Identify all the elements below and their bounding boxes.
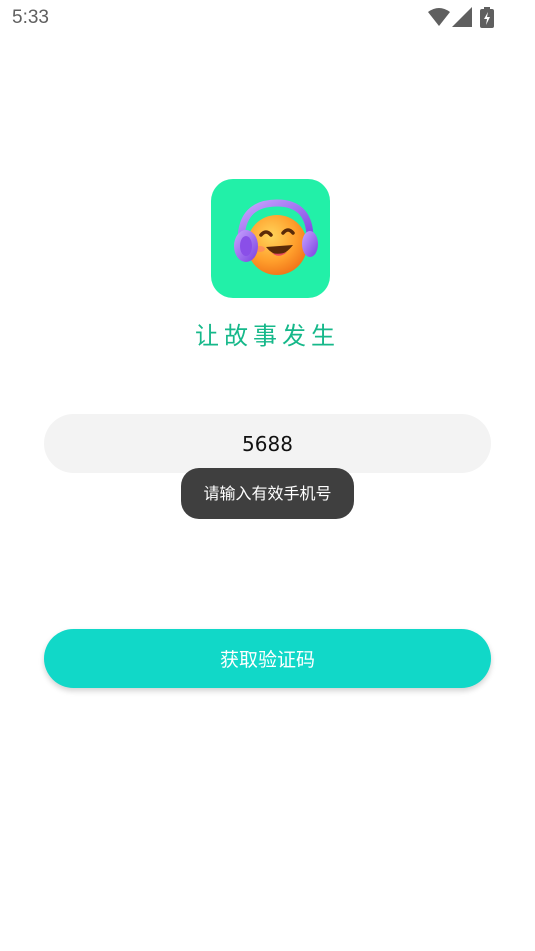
wifi-icon xyxy=(428,8,450,26)
phone-input[interactable] xyxy=(44,414,491,473)
toast-message: 请输入有效手机号 xyxy=(181,468,354,519)
login-screen: 5:33 让故事发生 5688 请输入有效手机号 获取验证码 xyxy=(0,0,535,951)
signal-icon xyxy=(452,7,472,27)
status-icons xyxy=(426,7,498,29)
app-logo xyxy=(211,179,330,298)
phone-field xyxy=(44,414,491,473)
app-slogan: 让故事发生 xyxy=(195,322,340,350)
battery-charging-icon xyxy=(480,7,494,28)
status-time: 5:33 xyxy=(12,7,49,28)
get-code-button[interactable]: 获取验证码 xyxy=(44,629,491,688)
emoji-headphones-icon xyxy=(234,199,318,275)
status-bar: 5:33 xyxy=(0,0,535,38)
